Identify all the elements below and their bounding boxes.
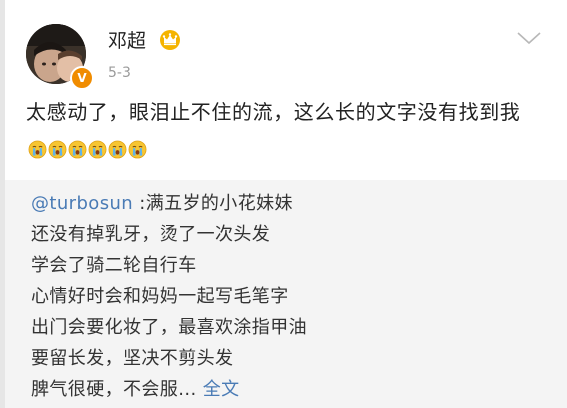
- reposted-content[interactable]: @turbosun :满五岁的小花妹妹 还没有掉乳牙，烫了一次头发 学会了骑二轮…: [5, 180, 567, 408]
- cry-emoji: [48, 140, 67, 159]
- post-body: 太感动了，眼泪止不住的流，这么长的文字没有找到我: [26, 96, 556, 164]
- author-name[interactable]: 邓超: [108, 30, 146, 52]
- repost-line: 学会了骑二轮自行车: [31, 255, 197, 276]
- repost-line: 还没有掉乳牙，烫了一次头发: [31, 224, 271, 245]
- crown-icon[interactable]: [158, 28, 182, 50]
- mention-link[interactable]: @turbosun: [31, 193, 133, 214]
- repost-last-line: 脾气很硬，不会服... 全文: [31, 374, 551, 405]
- repost-first-line: @turbosun :满五岁的小花妹妹: [31, 188, 551, 219]
- repost-line: 脾气很硬，不会服...: [31, 379, 197, 400]
- cry-emoji: [68, 140, 87, 159]
- post-date: 5-3: [108, 65, 131, 81]
- repost-line: 要留长发，坚决不剪头发: [31, 348, 234, 369]
- repost-line: 出门会要化妆了，最喜欢涂指甲油: [31, 317, 307, 338]
- verified-v-icon: V: [70, 66, 94, 90]
- repost-line: 心情好时会和妈妈一起写毛笔字: [31, 286, 289, 307]
- post-header: V 邓超 5-3: [26, 22, 556, 92]
- weibo-post-card: V 邓超 5-3 太感动了，眼泪止不住的流，这么长的文字没有找到我 @turbo…: [0, 0, 567, 408]
- author-name-row: 邓超: [108, 28, 182, 54]
- chevron-down-icon[interactable]: [516, 30, 542, 46]
- cry-emoji: [88, 140, 107, 159]
- repost-line: :满五岁的小花妹妹: [133, 193, 293, 214]
- repost-text: @turbosun :满五岁的小花妹妹 还没有掉乳牙，烫了一次头发 学会了骑二轮…: [31, 188, 551, 405]
- cry-emoji: [108, 140, 127, 159]
- emoji-row: [28, 132, 148, 164]
- post-text: 太感动了，眼泪止不住的流，这么长的文字没有找到我: [26, 100, 521, 124]
- cry-emoji: [28, 140, 47, 159]
- cry-emoji: [128, 140, 147, 159]
- full-text-link[interactable]: 全文: [203, 379, 240, 400]
